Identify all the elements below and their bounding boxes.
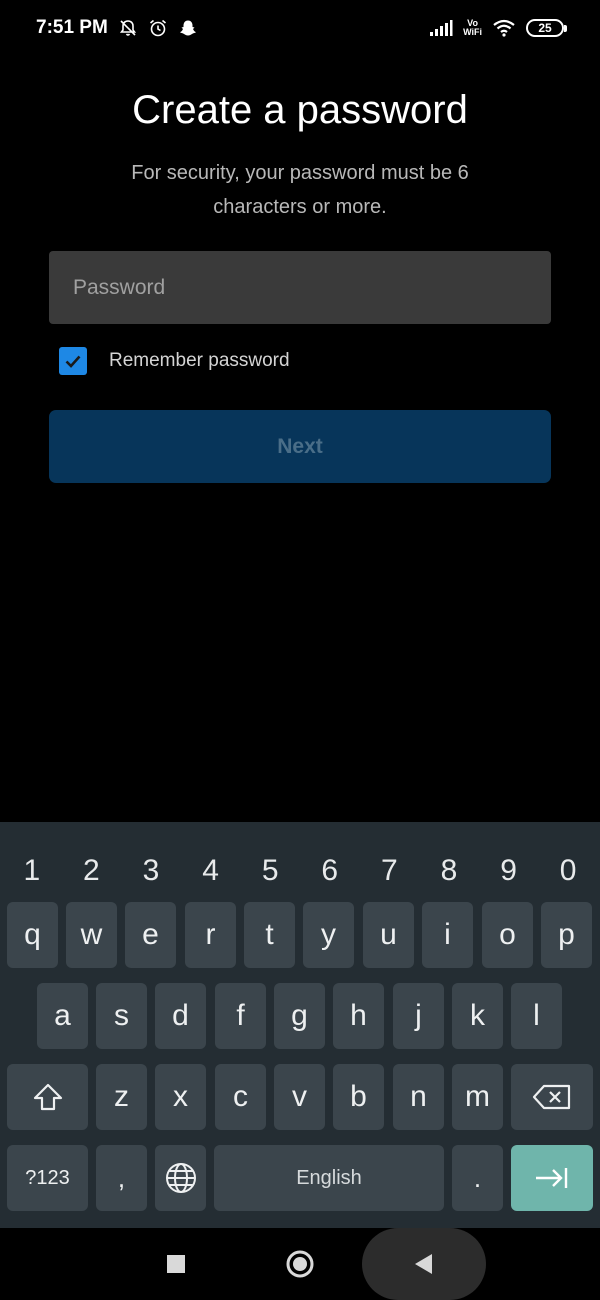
key-e[interactable]: e — [125, 902, 176, 968]
snapchat-icon — [179, 20, 196, 36]
key-1[interactable]: 1 — [3, 854, 61, 888]
back-icon[interactable] — [412, 1252, 434, 1276]
remember-password-label: Remember password — [109, 350, 290, 371]
key-m[interactable]: m — [452, 1064, 503, 1130]
next-button[interactable]: Next — [49, 410, 551, 483]
period-key[interactable]: . — [452, 1145, 503, 1211]
key-d[interactable]: d — [155, 983, 206, 1049]
key-w[interactable]: w — [66, 902, 117, 968]
vowifi-indicator: Vo WiFi — [463, 19, 482, 37]
page-title: Create a password — [132, 88, 468, 132]
key-q[interactable]: q — [7, 902, 58, 968]
page-subtitle: For security, your password must be 6 ch… — [131, 162, 469, 218]
key-g[interactable]: g — [274, 983, 325, 1049]
key-h[interactable]: h — [333, 983, 384, 1049]
key-b[interactable]: b — [333, 1064, 384, 1130]
key-9[interactable]: 9 — [480, 854, 538, 888]
key-j[interactable]: j — [393, 983, 444, 1049]
key-i[interactable]: i — [422, 902, 473, 968]
soft-keyboard: 1 2 3 4 5 6 7 8 9 0 q w e r t y u i o p … — [0, 822, 600, 1228]
space-key-label: English — [296, 1166, 362, 1189]
remember-password-row[interactable]: Remember password — [59, 345, 290, 377]
home-icon[interactable] — [285, 1249, 315, 1279]
shift-arrow-icon — [33, 1083, 62, 1111]
key-6[interactable]: 6 — [301, 854, 359, 888]
alarm-icon — [149, 19, 166, 37]
key-f[interactable]: f — [215, 983, 266, 1049]
key-a[interactable]: a — [37, 983, 88, 1049]
password-input[interactable] — [49, 251, 551, 324]
battery-level: 25 — [538, 21, 552, 35]
wifi-label: WiFi — [463, 27, 482, 37]
wifi-icon — [493, 19, 515, 37]
key-4[interactable]: 4 — [182, 854, 240, 888]
bell-off-icon — [119, 20, 136, 36]
status-left: 7:51 PM — [36, 17, 198, 39]
tab-arrow-icon — [536, 1168, 568, 1188]
battery-icon: 25 — [526, 19, 567, 37]
key-k[interactable]: k — [452, 983, 503, 1049]
shift-key[interactable] — [7, 1064, 88, 1130]
key-o[interactable]: o — [482, 902, 533, 968]
status-right: Vo WiFi 25 — [429, 19, 567, 37]
status-bar: 7:51 PM Vo WiFi 25 — [0, 0, 600, 56]
key-2[interactable]: 2 — [62, 854, 120, 888]
backspace-key[interactable] — [511, 1064, 593, 1130]
signal-icon — [430, 20, 453, 36]
keyboard-number-row: 1 2 3 4 5 6 7 8 9 0 — [0, 836, 600, 906]
key-5[interactable]: 5 — [241, 854, 299, 888]
space-key[interactable]: English — [214, 1145, 444, 1211]
key-7[interactable]: 7 — [360, 854, 418, 888]
remember-password-checkbox[interactable] — [59, 347, 87, 375]
key-z[interactable]: z — [96, 1064, 147, 1130]
key-8[interactable]: 8 — [420, 854, 478, 888]
key-n[interactable]: n — [393, 1064, 444, 1130]
key-v[interactable]: v — [274, 1064, 325, 1130]
symbols-key[interactable]: ?123 — [7, 1145, 88, 1211]
key-u[interactable]: u — [363, 902, 414, 968]
globe-icon — [165, 1163, 196, 1193]
check-icon — [65, 355, 81, 368]
key-l[interactable]: l — [511, 983, 562, 1049]
key-0[interactable]: 0 — [539, 854, 597, 888]
key-y[interactable]: y — [303, 902, 354, 968]
key-r[interactable]: r — [185, 902, 236, 968]
backspace-icon — [532, 1084, 571, 1110]
status-time: 7:51 PM — [36, 17, 108, 38]
language-key[interactable] — [155, 1145, 206, 1211]
key-x[interactable]: x — [155, 1064, 206, 1130]
key-p[interactable]: p — [541, 902, 592, 968]
key-s[interactable]: s — [96, 983, 147, 1049]
navigation-bar — [0, 1228, 600, 1300]
next-field-key[interactable] — [511, 1145, 593, 1211]
comma-key[interactable]: , — [96, 1145, 147, 1211]
key-c[interactable]: c — [215, 1064, 266, 1130]
recents-icon[interactable] — [166, 1254, 186, 1274]
key-t[interactable]: t — [244, 902, 295, 968]
key-3[interactable]: 3 — [122, 854, 180, 888]
